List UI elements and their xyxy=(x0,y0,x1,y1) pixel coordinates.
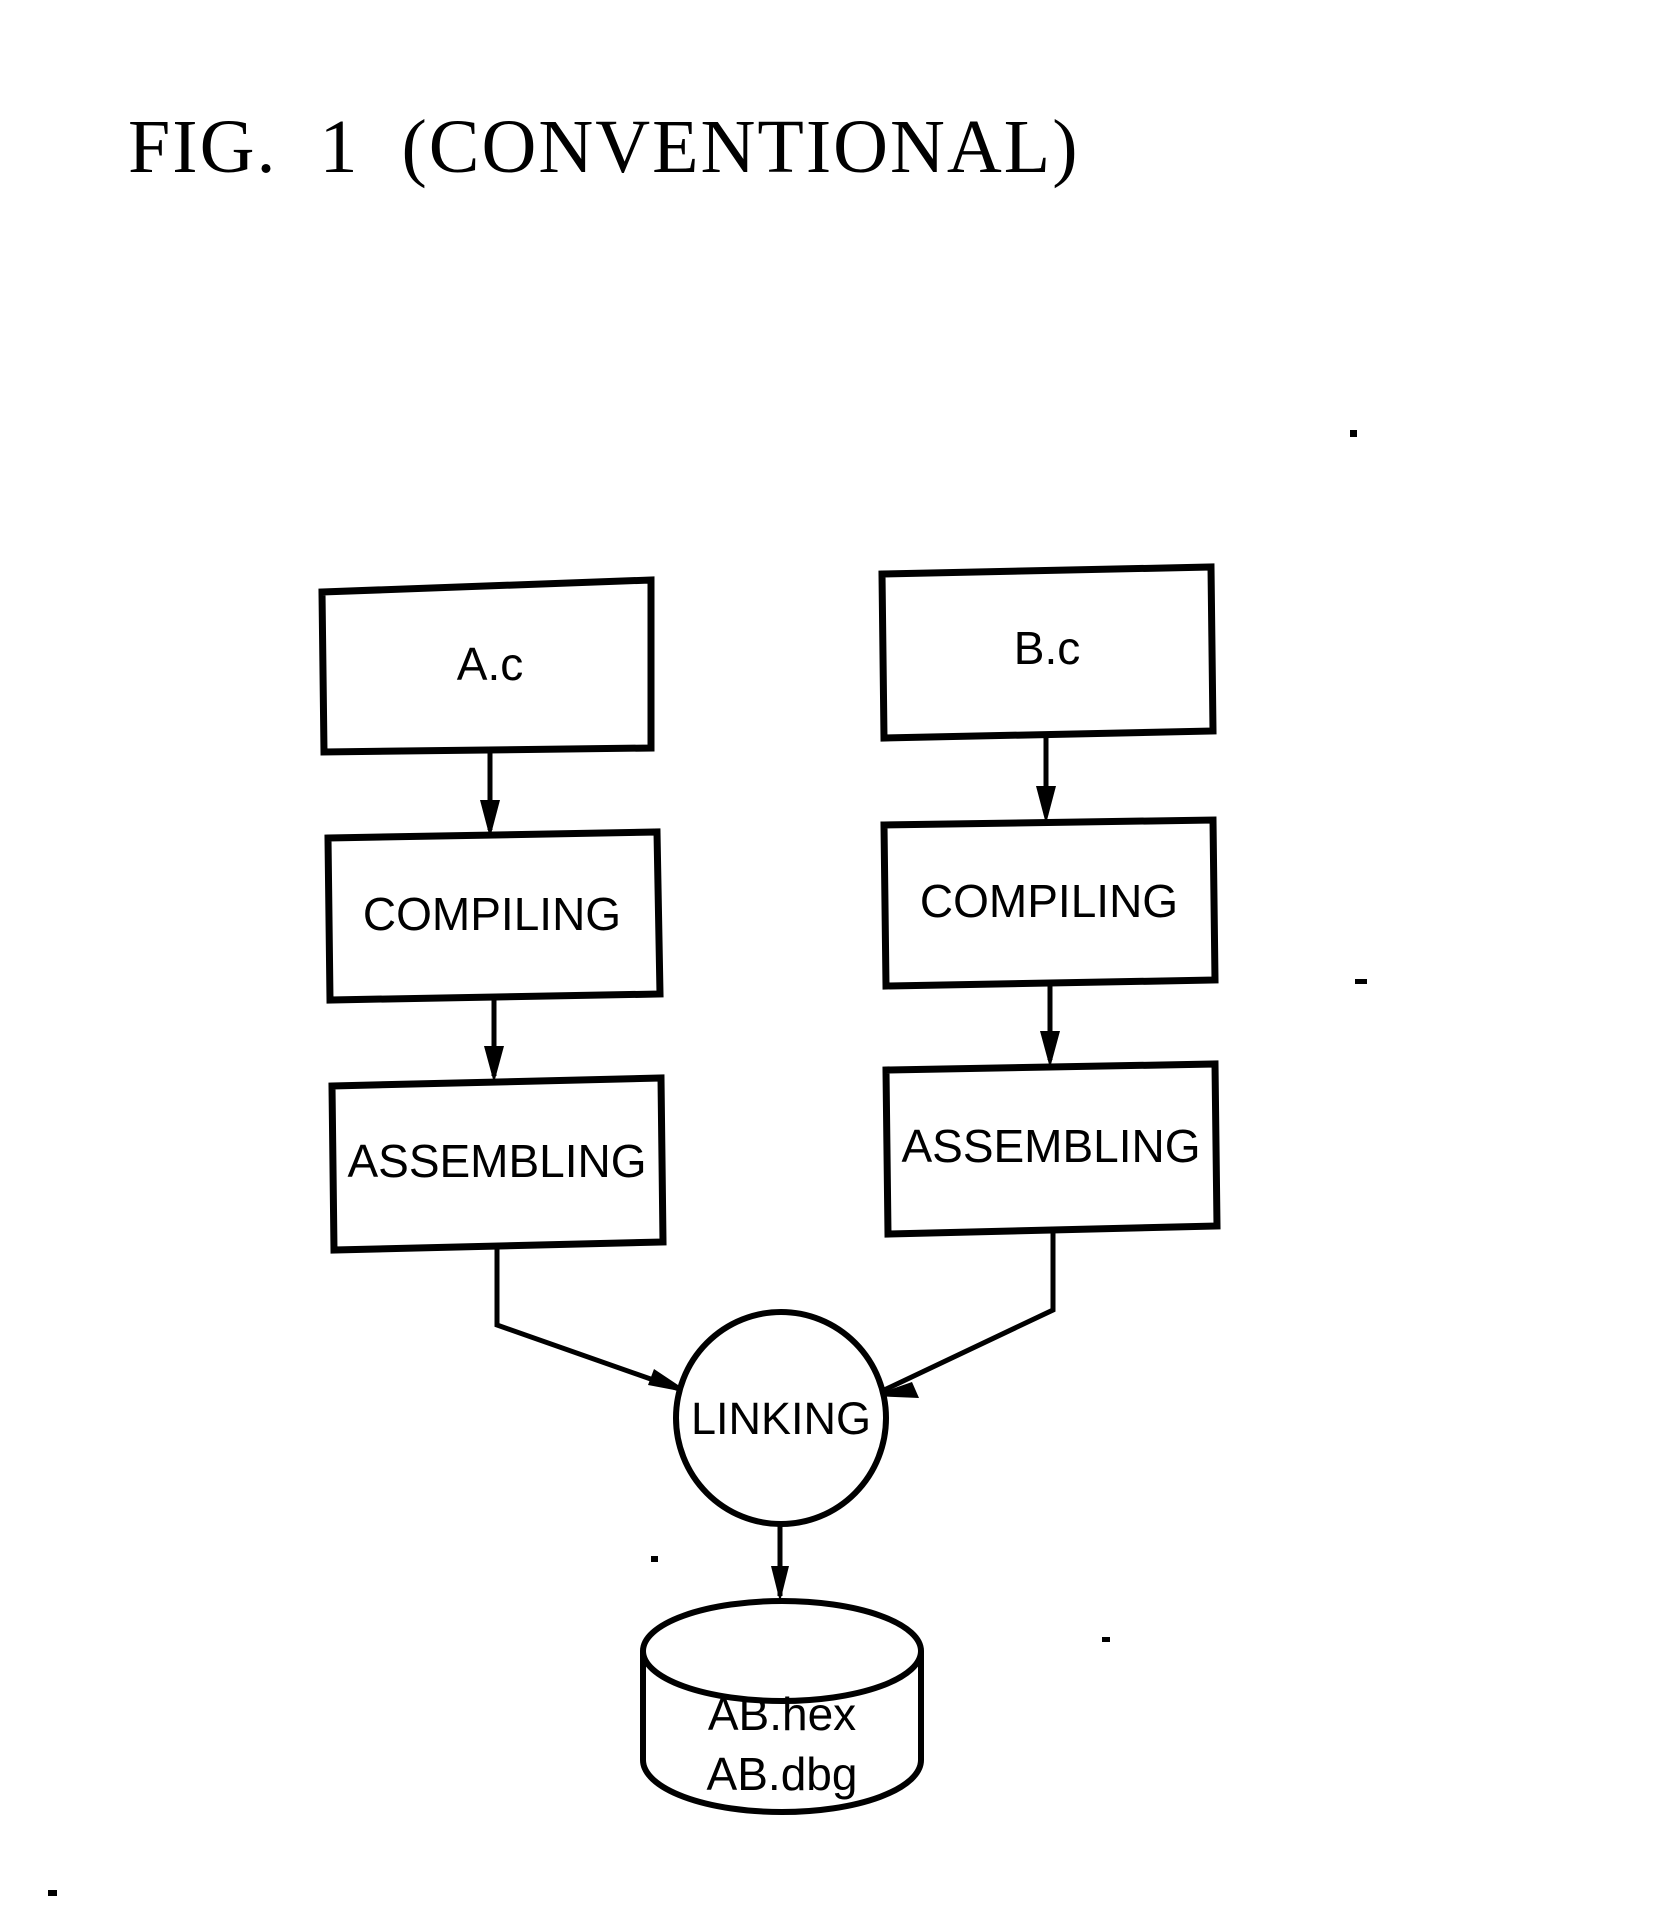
assembling-right-label: ASSEMBLING xyxy=(901,1120,1200,1172)
figure-page: FIG. 1 (CONVENTIONAL) A.c COMPILING ASSE… xyxy=(0,0,1654,1925)
scan-speck-center xyxy=(651,1556,658,1562)
edge-a-c-to-compiling xyxy=(480,750,500,838)
output-store-label-line1: AB.hex xyxy=(708,1688,856,1740)
a-c-label: A.c xyxy=(457,638,523,690)
edge-linking-to-output xyxy=(771,1522,789,1602)
output-store-top-ellipse xyxy=(640,1598,924,1704)
output-store-label-line2: AB.dbg xyxy=(707,1748,858,1800)
edge-compiling-to-assembling-right-arrowhead xyxy=(1040,1031,1060,1068)
edge-assembling-right-to-linking xyxy=(872,1232,1056,1398)
edge-assembling-left-to-linking xyxy=(494,1248,690,1393)
node-compiling-left[interactable]: COMPILING xyxy=(324,828,664,1004)
node-compiling-right[interactable]: COMPILING xyxy=(880,816,1219,990)
scan-speck-right-upper xyxy=(1350,430,1357,437)
linking-label: LINKING xyxy=(691,1393,871,1444)
compiling-right-label: COMPILING xyxy=(920,875,1178,927)
assembling-left-label: ASSEMBLING xyxy=(347,1135,646,1187)
scan-speck-bottom-left xyxy=(48,1890,57,1896)
edge-compiling-to-assembling-right xyxy=(1040,984,1060,1068)
compiling-left-label: COMPILING xyxy=(363,888,621,940)
b-c-label: B.c xyxy=(1014,622,1080,674)
scan-speck-right-lower xyxy=(1355,979,1367,984)
edge-linking-to-output-arrowhead xyxy=(771,1566,789,1602)
edge-compiling-to-assembling-left-arrowhead xyxy=(484,1046,504,1083)
flowchart-diagram: A.c COMPILING ASSEMBLING B.c COMPILING A… xyxy=(48,430,1367,1896)
edge-b-c-to-compiling-arrowhead xyxy=(1036,786,1056,824)
node-assembling-right[interactable]: ASSEMBLING xyxy=(882,1060,1221,1238)
edge-assembling-left-to-linking-line xyxy=(494,1248,683,1393)
edge-compiling-to-assembling-left xyxy=(484,998,504,1083)
node-a-c[interactable]: A.c xyxy=(318,576,655,756)
node-linking[interactable]: LINKING xyxy=(673,1309,889,1527)
node-output-store[interactable]: AB.hex AB.dbg xyxy=(640,1598,924,1815)
node-assembling-left[interactable]: ASSEMBLING xyxy=(328,1074,667,1254)
edge-assembling-right-to-linking-line xyxy=(878,1232,1056,1395)
scan-speck-lower-right xyxy=(1102,1637,1110,1642)
edge-b-c-to-compiling xyxy=(1036,735,1056,824)
node-b-c[interactable]: B.c xyxy=(878,563,1217,742)
